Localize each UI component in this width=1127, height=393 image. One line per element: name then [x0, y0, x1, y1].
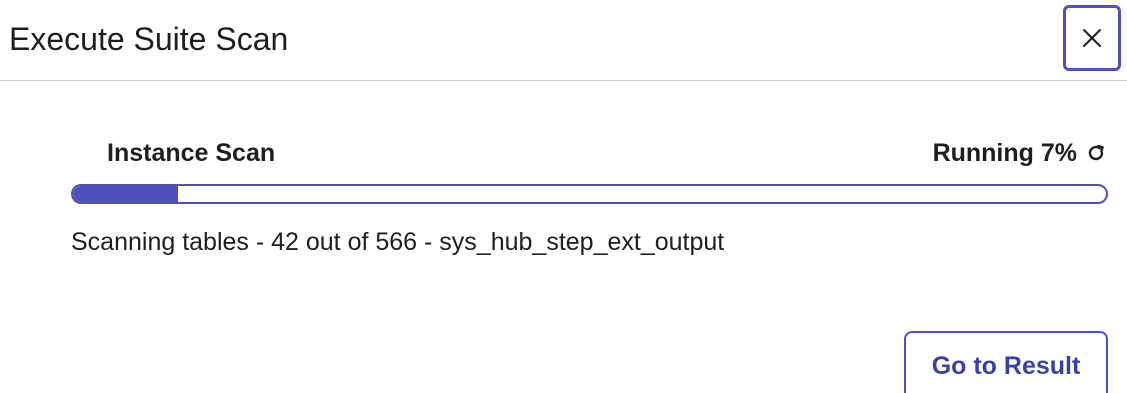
refresh-icon [1085, 142, 1107, 164]
scan-progress-fill [73, 186, 178, 202]
close-icon [1081, 27, 1103, 49]
scan-details: Scanning tables - 42 out of 566 - sys_hu… [71, 228, 725, 256]
modal-title: Execute Suite Scan [9, 21, 289, 57]
modal-header: Execute Suite Scan [0, 0, 1127, 81]
scan-progress-bar [71, 184, 1108, 204]
scan-status: Running 7% [933, 137, 1107, 169]
scan-name: Instance Scan [107, 139, 276, 167]
execute-suite-scan-modal: Execute Suite Scan Instance Scan Running… [0, 0, 1127, 393]
go-to-result-button[interactable]: Go to Result [904, 331, 1108, 393]
close-button[interactable] [1063, 5, 1121, 71]
scan-status-text: Running 7% [932, 139, 1077, 167]
